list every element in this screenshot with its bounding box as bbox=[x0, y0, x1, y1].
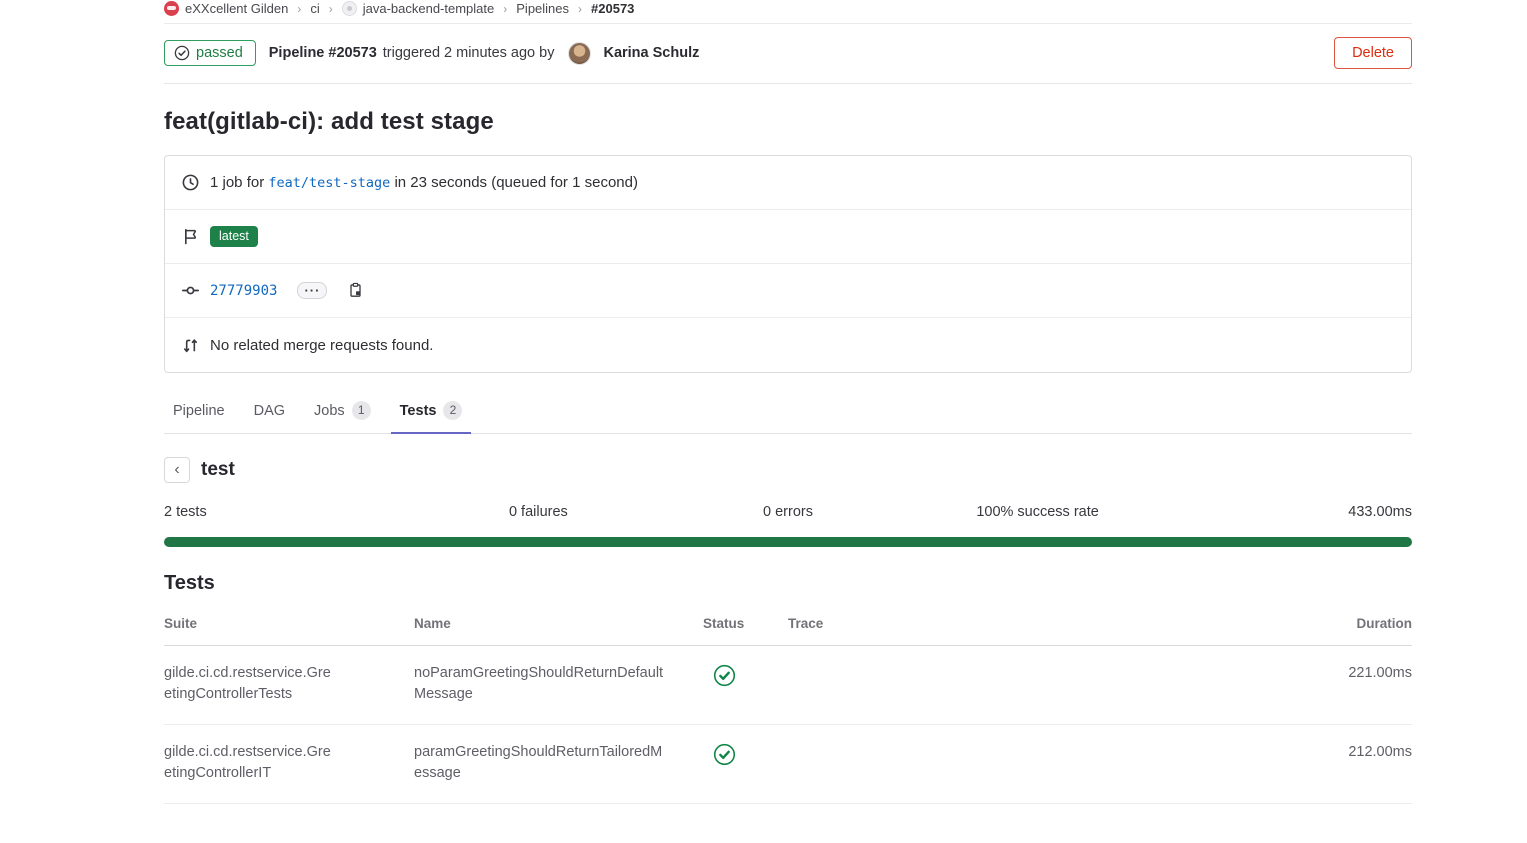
stat-duration: 433.00ms bbox=[1162, 504, 1412, 520]
tab-dag[interactable]: DAG bbox=[245, 392, 294, 433]
tests-table-header: Suite Name Status Trace Duration bbox=[164, 603, 1412, 646]
tests-section-heading: Tests bbox=[164, 572, 1412, 595]
tests-count-badge: 2 bbox=[443, 401, 462, 420]
back-to-summary-button[interactable]: ‹ bbox=[164, 457, 190, 483]
compare-arrows-icon bbox=[182, 337, 199, 354]
job-summary-prefix: 1 job for bbox=[210, 174, 264, 191]
job-summary-row: 1 job for feat/test-stage in 23 seconds … bbox=[165, 156, 1411, 210]
test-suite-title: test bbox=[201, 459, 235, 481]
breadcrumb-label[interactable]: java-backend-template bbox=[363, 1, 495, 16]
tab-pipeline[interactable]: Pipeline bbox=[164, 392, 234, 433]
pipeline-info-box: 1 job for feat/test-stage in 23 seconds … bbox=[164, 155, 1412, 373]
suite-cell: gilde.ci.cd.restservice.GreetingControll… bbox=[164, 742, 414, 785]
clipboard-copy-icon bbox=[348, 282, 363, 298]
breadcrumb-separator: › bbox=[578, 2, 582, 16]
latest-badge-row: latest bbox=[165, 210, 1411, 264]
column-header-trace: Trace bbox=[788, 616, 1288, 631]
pipeline-page: eXXcellent Gilden › ci › java-backend-te… bbox=[164, 0, 1412, 804]
breadcrumb-label[interactable]: Pipelines bbox=[516, 1, 569, 16]
tab-label: Jobs bbox=[314, 403, 345, 419]
duration-cell: 221.00ms bbox=[1288, 663, 1412, 684]
breadcrumb: eXXcellent Gilden › ci › java-backend-te… bbox=[164, 0, 1412, 24]
test-name: noParamGreetingShouldReturnDefaultMessag… bbox=[414, 663, 664, 706]
jobs-count-badge: 1 bbox=[352, 401, 371, 420]
pipeline-tabs: Pipeline DAG Jobs 1 Tests 2 bbox=[164, 392, 1412, 434]
commit-sha-link[interactable]: 27779903 bbox=[210, 283, 277, 299]
user-avatar[interactable] bbox=[568, 42, 591, 65]
breadcrumb-label[interactable]: ci bbox=[310, 1, 319, 16]
job-summary-suffix: in 23 seconds (queued for 1 second) bbox=[394, 174, 638, 191]
no-merge-requests-text: No related merge requests found. bbox=[210, 337, 433, 354]
name-cell: paramGreetingShouldReturnTailoredMessage bbox=[414, 742, 703, 785]
copy-commit-sha-button[interactable] bbox=[347, 282, 363, 299]
triggered-text: triggered 2 minutes ago by bbox=[383, 45, 555, 61]
table-row: gilde.ci.cd.restservice.GreetingControll… bbox=[164, 646, 1412, 725]
stat-total-tests: 2 tests bbox=[164, 504, 414, 520]
breadcrumb-separator: › bbox=[503, 2, 507, 16]
tab-label: DAG bbox=[254, 403, 285, 419]
flag-icon bbox=[182, 228, 199, 245]
test-suite-stats: 2 tests 0 failures 0 errors 100% success… bbox=[164, 504, 1412, 520]
suite-cell: gilde.ci.cd.restservice.GreetingControll… bbox=[164, 663, 414, 706]
breadcrumb-separator: › bbox=[329, 2, 333, 16]
merge-requests-row: No related merge requests found. bbox=[165, 318, 1411, 372]
stat-errors: 0 errors bbox=[663, 504, 913, 520]
job-summary-text: 1 job for feat/test-stage in 23 seconds … bbox=[210, 174, 638, 191]
test-name: paramGreetingShouldReturnTailoredMessage bbox=[414, 742, 664, 785]
column-header-duration: Duration bbox=[1288, 616, 1412, 631]
commit-icon bbox=[182, 282, 199, 299]
breadcrumb-separator: › bbox=[297, 2, 301, 16]
pipeline-status-badge[interactable]: passed bbox=[164, 40, 256, 66]
pipeline-trigger-info: Pipeline #20573 triggered 2 minutes ago … bbox=[269, 42, 700, 65]
status-cell bbox=[703, 663, 788, 694]
stat-success-rate: 100% success rate bbox=[913, 504, 1163, 520]
breadcrumb-project-link[interactable]: java-backend-template bbox=[342, 1, 495, 16]
suite-name: gilde.ci.cd.restservice.GreetingControll… bbox=[164, 742, 332, 785]
project-avatar bbox=[342, 1, 357, 16]
stat-failures: 0 failures bbox=[414, 504, 664, 520]
status-badge-label: passed bbox=[196, 45, 243, 61]
user-name-link[interactable]: Karina Schulz bbox=[603, 45, 699, 61]
column-header-name: Name bbox=[414, 616, 703, 631]
tests-table: Suite Name Status Trace Duration gilde.c… bbox=[164, 603, 1412, 804]
column-header-suite: Suite bbox=[164, 616, 414, 631]
tab-jobs[interactable]: Jobs 1 bbox=[305, 392, 380, 433]
table-row: gilde.ci.cd.restservice.GreetingControll… bbox=[164, 725, 1412, 804]
expand-commit-message-button[interactable]: ··· bbox=[297, 282, 327, 299]
breadcrumb-group-link[interactable]: eXXcellent Gilden bbox=[164, 1, 288, 16]
breadcrumb-pipelines-link[interactable]: Pipelines bbox=[516, 1, 569, 16]
status-cell bbox=[703, 742, 788, 773]
suite-name: gilde.ci.cd.restservice.GreetingControll… bbox=[164, 663, 332, 706]
commit-row: 27779903 ··· bbox=[165, 264, 1411, 318]
column-header-status: Status bbox=[703, 616, 788, 631]
latest-badge[interactable]: latest bbox=[210, 226, 258, 247]
delete-pipeline-button[interactable]: Delete bbox=[1334, 37, 1412, 69]
tab-label: Pipeline bbox=[173, 403, 225, 419]
branch-link[interactable]: feat/test-stage bbox=[268, 175, 390, 191]
breadcrumb-label[interactable]: eXXcellent Gilden bbox=[185, 1, 288, 16]
test-suite-header: ‹ test bbox=[164, 457, 1412, 483]
clock-icon bbox=[182, 174, 199, 191]
test-status-success-icon bbox=[713, 743, 736, 766]
group-avatar bbox=[164, 1, 179, 16]
breadcrumb-subgroup-link[interactable]: ci bbox=[310, 1, 319, 16]
name-cell: noParamGreetingShouldReturnDefaultMessag… bbox=[414, 663, 703, 706]
test-status-success-icon bbox=[713, 664, 736, 687]
tab-tests[interactable]: Tests 2 bbox=[391, 392, 472, 433]
duration-cell: 212.00ms bbox=[1288, 742, 1412, 763]
check-circle-icon bbox=[174, 45, 190, 61]
breadcrumb-current-pipeline: #20573 bbox=[591, 1, 634, 16]
pipeline-status-bar: passed Pipeline #20573 triggered 2 minut… bbox=[164, 24, 1412, 84]
pipeline-id-label: Pipeline #20573 bbox=[269, 45, 377, 61]
success-progress-bar bbox=[164, 537, 1412, 547]
page-title: feat(gitlab-ci): add test stage bbox=[164, 108, 1412, 136]
tab-label: Tests bbox=[400, 403, 437, 419]
